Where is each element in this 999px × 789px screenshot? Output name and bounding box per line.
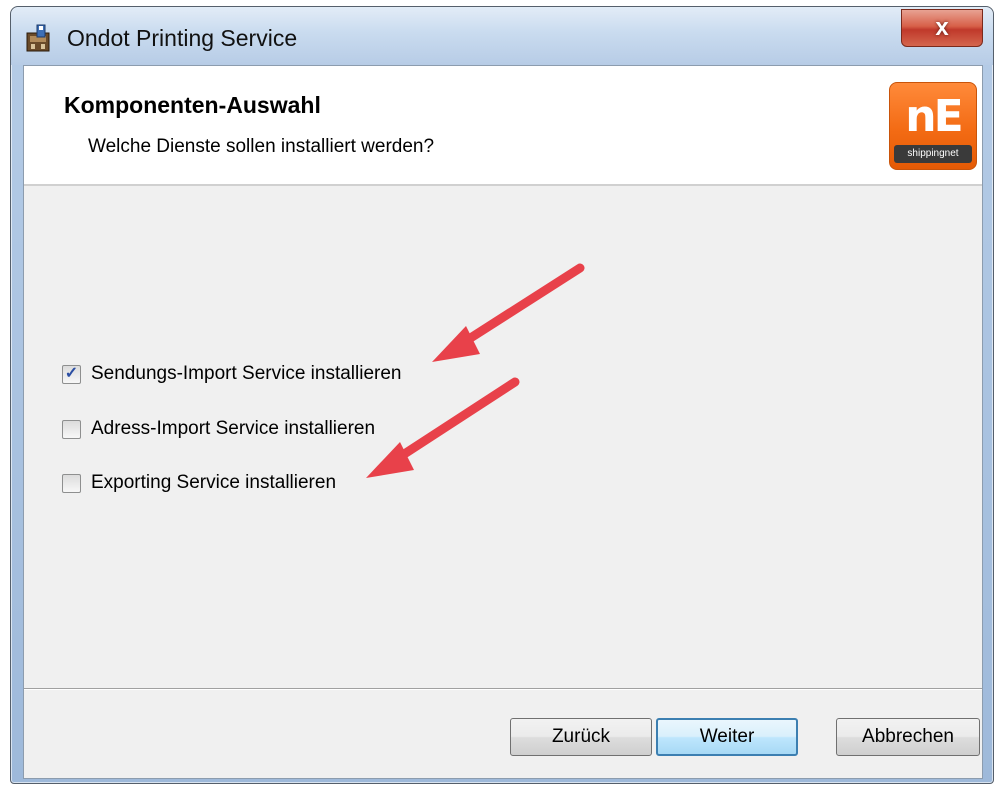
option-sendungs-import[interactable]: ✓ Sendungs-Import Service installieren	[62, 363, 402, 385]
next-button[interactable]: Weiter	[656, 718, 798, 756]
checkbox-exporting[interactable]	[62, 473, 81, 493]
footer-divider	[24, 688, 982, 690]
option-label-exporting: Exporting Service installieren	[91, 472, 337, 493]
next-button-label: Weiter	[699, 726, 755, 747]
title-bar[interactable]: Ondot Printing Service	[11, 7, 993, 65]
dialog-header: Komponenten-Auswahl Welche Dienste solle…	[24, 66, 982, 186]
option-label-sendungs-import: Sendungs-Import Service installieren	[91, 363, 402, 384]
installer-app-icon	[26, 24, 50, 52]
page-subtitle: Welche Dienste sollen installiert werden…	[88, 136, 435, 157]
dialog-client-area: Komponenten-Auswahl Welche Dienste solle…	[23, 65, 983, 779]
option-label-adress-import: Adress-Import Service installieren	[91, 418, 376, 439]
installer-window: Ondot Printing Service x Komponenten-Aus…	[10, 6, 994, 784]
logo-brand-text: shippingnet	[894, 145, 972, 163]
logo-letters: nE	[905, 91, 963, 142]
back-button[interactable]: Zurück	[510, 718, 652, 756]
option-adress-import[interactable]: Adress-Import Service installieren	[62, 418, 375, 440]
checkbox-sendungs-import[interactable]: ✓	[62, 364, 81, 384]
checkbox-adress-import[interactable]	[62, 419, 81, 439]
option-exporting[interactable]: Exporting Service installieren	[62, 472, 336, 494]
cancel-button-label: Abbrechen	[862, 726, 954, 747]
close-button[interactable]: x	[901, 9, 983, 47]
shippingnet-logo: nE shippingnet	[889, 82, 977, 170]
close-icon: x	[935, 14, 949, 41]
window-title: Ondot Printing Service	[67, 25, 298, 51]
page-title: Komponenten-Auswahl	[64, 92, 321, 118]
cancel-button[interactable]: Abbrechen	[836, 718, 980, 756]
back-button-label: Zurück	[551, 726, 611, 747]
